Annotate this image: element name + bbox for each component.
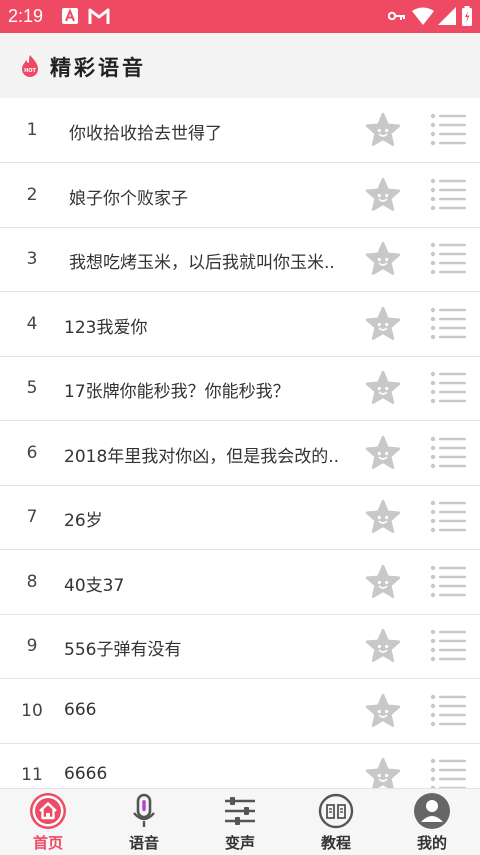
list-item-title: 2018年里我对你凶，但是我会改的.. — [64, 446, 340, 467]
cell-signal-icon — [438, 7, 456, 25]
list-item[interactable]: 7 26岁 — [0, 485, 480, 550]
list-item-number: 11 — [21, 765, 43, 785]
page-title: 精彩语音 — [50, 56, 146, 80]
list-item-title: 556子弹有没有 — [64, 640, 182, 660]
list-item-number: 5 — [26, 378, 38, 398]
list-menu-icon[interactable] — [430, 113, 466, 147]
list-menu-icon[interactable] — [430, 436, 466, 470]
list-menu-icon[interactable] — [430, 371, 466, 405]
tab-book[interactable]: 教程 — [288, 789, 384, 855]
status-bar: 2:19 — [0, 0, 480, 33]
list-item[interactable]: 5 17张牌你能秒我？你能秒我？ — [0, 356, 480, 421]
list-menu-icon[interactable] — [430, 242, 466, 276]
list-item[interactable]: 4 123我爱你 — [0, 292, 480, 357]
battery-icon — [462, 6, 472, 26]
tab-microphone[interactable]: 语音 — [96, 789, 192, 855]
list-menu-icon[interactable] — [430, 694, 466, 728]
list-item-title: 6666 — [64, 764, 108, 784]
status-time: 2:19 — [8, 6, 44, 26]
favorite-star-icon[interactable] — [364, 112, 402, 148]
list-item[interactable]: 10 666 — [0, 679, 480, 744]
list-item[interactable]: 2 娘子你个败家子 — [0, 163, 480, 228]
list-item-title: 17张牌你能秒我？你能秒我？ — [64, 382, 290, 402]
hot-badge-text: HOT — [24, 68, 36, 74]
gmail-icon — [88, 8, 110, 24]
list-item-title: 你收拾收拾去世得了 — [69, 124, 222, 144]
list-item-title: 40支37 — [64, 575, 125, 596]
list-menu-icon[interactable] — [430, 565, 466, 599]
title-bar: HOT 精彩语音 — [0, 33, 480, 98]
list-item-title: 娘子你个败家子 — [69, 188, 188, 209]
tab-label: 我的 — [416, 834, 447, 852]
tab-label: 教程 — [320, 834, 351, 852]
list-item[interactable]: 1 你收拾收拾去世得了 — [0, 98, 480, 163]
favorite-star-icon[interactable] — [364, 693, 402, 729]
list-item-number: 3 — [26, 249, 38, 269]
favorite-star-icon[interactable] — [364, 241, 402, 277]
favorite-star-icon[interactable] — [364, 564, 402, 600]
tab-user-avatar[interactable]: 我的 — [384, 789, 480, 855]
book-icon — [318, 793, 354, 829]
bottom-tab-bar: 首页 语音 变声 教程 我的 — [0, 788, 480, 855]
list-item[interactable]: 6 2018年里我对你凶，但是我会改的.. — [0, 421, 480, 486]
favorite-star-icon[interactable] — [364, 757, 402, 788]
tab-label: 首页 — [32, 834, 63, 852]
key-icon — [388, 11, 405, 21]
list-item-number: 8 — [26, 571, 38, 592]
wifi-icon — [412, 7, 434, 25]
list-menu-icon[interactable] — [430, 500, 466, 534]
favorite-star-icon[interactable] — [364, 306, 402, 342]
list-item-number: 1 — [26, 120, 38, 140]
list-item-number: 9 — [26, 636, 38, 656]
list-item[interactable]: 9 556子弹有没有 — [0, 614, 480, 679]
tab-label: 语音 — [128, 834, 159, 852]
list-item[interactable]: 8 40支37 — [0, 550, 480, 615]
tab-sliders[interactable]: 变声 — [192, 789, 288, 855]
list-item-title: 26岁 — [64, 511, 103, 531]
list-menu-icon[interactable] — [430, 758, 466, 788]
list-item-title: 123我爱你 — [64, 317, 148, 338]
list-menu-icon[interactable] — [430, 629, 466, 663]
list-menu-icon[interactable] — [430, 178, 466, 212]
hot-fire-icon: HOT — [22, 55, 38, 77]
list-item-number: 4 — [26, 313, 38, 334]
list-item-number: 7 — [26, 507, 38, 527]
list-item-number: 2 — [26, 184, 38, 205]
favorite-star-icon[interactable] — [364, 628, 402, 664]
voice-list: 1 你收拾收拾去世得了 2 娘子你个败家子 3 我想吃烤玉米，以后我就叫你玉米.. 4 123… — [0, 98, 480, 788]
list-item[interactable]: 3 我想吃烤玉米，以后我就叫你玉米.. — [0, 227, 480, 292]
favorite-star-icon[interactable] — [364, 499, 402, 535]
favorite-star-icon[interactable] — [364, 435, 402, 471]
microphone-icon — [133, 793, 155, 827]
tab-home[interactable]: 首页 — [0, 789, 96, 855]
notification-a-icon — [62, 8, 78, 24]
user-avatar-icon — [414, 793, 450, 829]
list-item-number: 10 — [21, 700, 43, 721]
list-item-title: 666 — [64, 699, 97, 720]
tab-label: 变声 — [224, 834, 255, 852]
home-icon — [30, 793, 66, 829]
sliders-icon — [225, 797, 255, 825]
favorite-star-icon[interactable] — [364, 177, 402, 213]
list-item[interactable]: 11 6666 — [0, 743, 480, 788]
list-item-title: 我想吃烤玉米，以后我就叫你玉米.. — [69, 253, 335, 273]
favorite-star-icon[interactable] — [364, 370, 402, 406]
list-menu-icon[interactable] — [430, 307, 466, 341]
list-item-number: 6 — [26, 442, 38, 463]
